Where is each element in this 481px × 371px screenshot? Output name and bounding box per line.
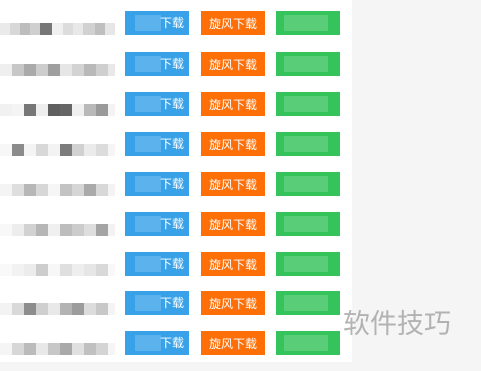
- download-button[interactable]: 下载: [125, 52, 189, 76]
- pixelated-file-name: [0, 144, 115, 156]
- download-row: 下载 旋风下载: [0, 132, 352, 172]
- pixelated-file-name: [0, 224, 115, 236]
- obscured-text-mosaic: [284, 216, 328, 232]
- download-row: 下载 旋风下载: [0, 291, 352, 331]
- pixelated-file-name: [0, 343, 115, 355]
- xuanfeng-download-button[interactable]: 旋风下载: [201, 252, 265, 276]
- pixelated-file-name: [0, 64, 115, 76]
- download-row: 下载 旋风下载: [0, 252, 352, 292]
- download-button[interactable]: 下载: [125, 172, 189, 196]
- obscured-text-mosaic: [135, 216, 161, 232]
- download-row: 下载 旋风下载: [0, 92, 352, 132]
- xuanfeng-download-button[interactable]: 旋风下载: [201, 52, 265, 76]
- xuanfeng-download-button[interactable]: 旋风下载: [201, 132, 265, 156]
- download-list-panel: 下载 旋风下载 下载 旋风下载 下载 旋风下载 下载 旋风下载 下载 旋风下载 …: [0, 0, 352, 362]
- obscured-text-mosaic: [284, 15, 328, 31]
- xuanfeng-download-button[interactable]: 旋风下载: [201, 291, 265, 315]
- obscured-text-mosaic: [135, 335, 161, 351]
- obscured-text-mosaic: [135, 295, 161, 311]
- obscured-text-mosaic: [284, 176, 328, 192]
- xuanfeng-download-button[interactable]: 旋风下载: [201, 331, 265, 355]
- obscured-text-mosaic: [284, 96, 328, 112]
- green-download-button[interactable]: [276, 92, 340, 116]
- download-button-label: 下载: [160, 217, 185, 231]
- download-button-label: 下载: [160, 57, 185, 71]
- green-download-button[interactable]: [276, 172, 340, 196]
- obscured-text-mosaic: [135, 96, 161, 112]
- obscured-text-mosaic: [284, 295, 328, 311]
- xuanfeng-download-button[interactable]: 旋风下载: [201, 11, 265, 35]
- green-download-button[interactable]: [276, 291, 340, 315]
- obscured-text-mosaic: [135, 176, 161, 192]
- download-button[interactable]: 下载: [125, 11, 189, 35]
- download-button[interactable]: 下载: [125, 132, 189, 156]
- pixelated-file-name: [0, 184, 115, 196]
- obscured-text-mosaic: [284, 136, 328, 152]
- green-download-button[interactable]: [276, 331, 340, 355]
- download-row: 下载 旋风下载: [0, 331, 352, 371]
- download-row: 下载 旋风下载: [0, 212, 352, 252]
- download-button-label: 下载: [160, 137, 185, 151]
- obscured-text-mosaic: [135, 56, 161, 72]
- download-button-label: 下载: [160, 257, 185, 271]
- green-download-button[interactable]: [276, 212, 340, 236]
- xuanfeng-download-button[interactable]: 旋风下载: [201, 92, 265, 116]
- xuanfeng-download-button[interactable]: 旋风下载: [201, 212, 265, 236]
- download-row: 下载 旋风下载: [0, 52, 352, 92]
- xuanfeng-download-button[interactable]: 旋风下载: [201, 172, 265, 196]
- download-button[interactable]: 下载: [125, 212, 189, 236]
- obscured-text-mosaic: [284, 56, 328, 72]
- download-button-label: 下载: [160, 16, 185, 30]
- obscured-text-mosaic: [284, 335, 328, 351]
- green-download-button[interactable]: [276, 11, 340, 35]
- green-download-button[interactable]: [276, 252, 340, 276]
- download-button[interactable]: 下载: [125, 331, 189, 355]
- download-button-label: 下载: [160, 296, 185, 310]
- download-button[interactable]: 下载: [125, 291, 189, 315]
- obscured-text-mosaic: [135, 256, 161, 272]
- pixelated-file-name: [0, 264, 115, 276]
- pixelated-file-name: [0, 23, 115, 35]
- download-button-label: 下载: [160, 336, 185, 350]
- pixelated-file-name: [0, 104, 115, 116]
- download-button-label: 下载: [160, 177, 185, 191]
- download-button[interactable]: 下载: [125, 252, 189, 276]
- download-row: 下载 旋风下载: [0, 11, 352, 51]
- download-row: 下载 旋风下载: [0, 172, 352, 212]
- obscured-text-mosaic: [135, 136, 161, 152]
- pixelated-file-name: [0, 303, 115, 315]
- obscured-text-mosaic: [284, 256, 328, 272]
- download-button-label: 下载: [160, 97, 185, 111]
- green-download-button[interactable]: [276, 132, 340, 156]
- download-button[interactable]: 下载: [125, 92, 189, 116]
- obscured-text-mosaic: [135, 15, 161, 31]
- green-download-button[interactable]: [276, 52, 340, 76]
- watermark-text: 软件技巧: [343, 309, 451, 340]
